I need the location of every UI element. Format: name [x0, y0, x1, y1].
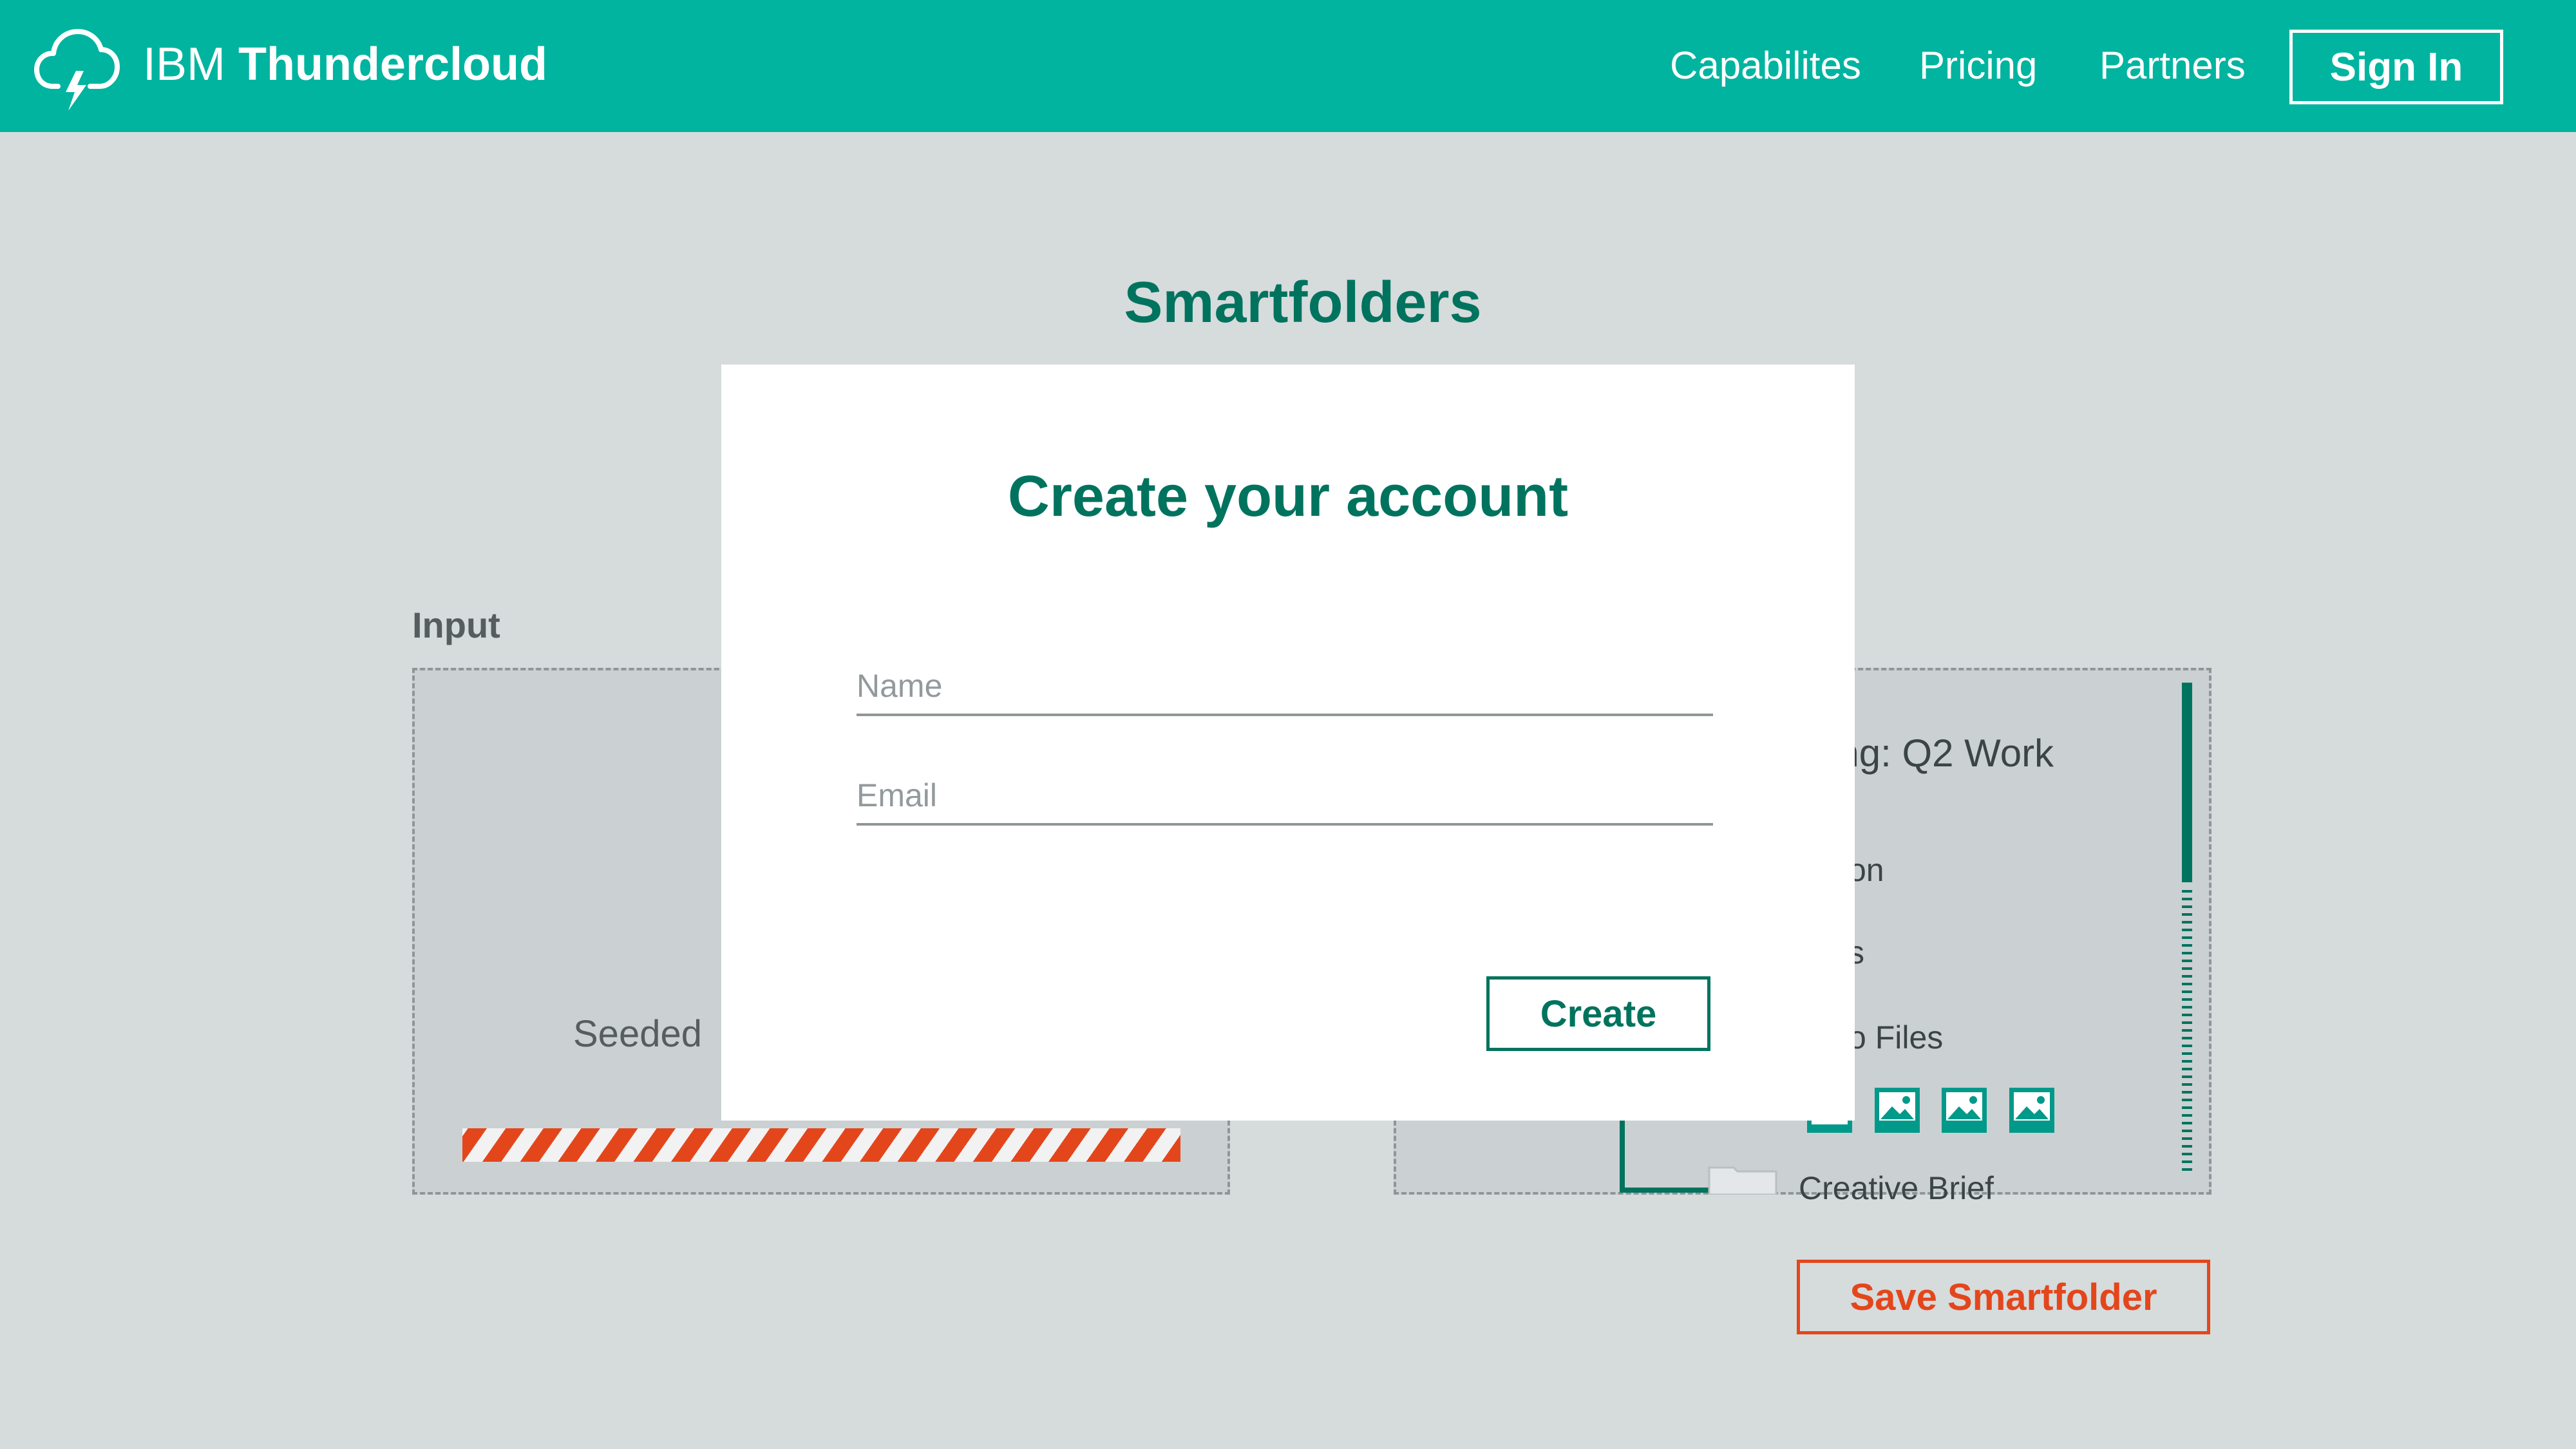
nav-link-capabilities[interactable]: Capabilites	[1670, 43, 1861, 89]
name-field[interactable]	[857, 652, 1713, 716]
seeded-status-text: Seeded	[573, 1013, 702, 1055]
image-icon[interactable]	[1873, 1086, 1922, 1135]
top-navigation-bar: IBM Thundercloud Capabilites Pricing Par…	[0, 0, 2576, 132]
email-field[interactable]	[857, 761, 1713, 826]
folder-icon	[1708, 1166, 1777, 1195]
tree-connector-line	[1620, 1188, 1710, 1193]
save-smartfolder-button[interactable]: Save Smartfolder	[1797, 1260, 2210, 1334]
image-icon[interactable]	[2007, 1086, 2056, 1135]
nav-link-pricing[interactable]: Pricing	[1919, 43, 2037, 89]
page-title: Smartfolders	[1124, 270, 1482, 335]
sign-in-button[interactable]: Sign In	[2289, 30, 2503, 104]
name-input[interactable]	[857, 667, 1713, 705]
output-scrollbar[interactable]	[2180, 683, 2194, 1179]
email-input[interactable]	[857, 777, 1713, 814]
brand-prefix: IBM	[143, 39, 226, 90]
brand-logo-text[interactable]: IBM Thundercloud	[143, 37, 547, 91]
tree-connector-line	[1620, 1114, 1625, 1193]
modal-title: Create your account	[1007, 464, 1569, 529]
create-account-button[interactable]: Create	[1486, 976, 1710, 1051]
upload-progress-bar	[462, 1128, 1180, 1162]
output-item-creative-brief[interactable]: Creative Brief	[1799, 1170, 1994, 1207]
image-icon[interactable]	[1940, 1086, 1989, 1135]
cloud-lightning-icon[interactable]	[33, 19, 120, 113]
brand-name: Thundercloud	[238, 39, 547, 90]
nav-link-partners[interactable]: Partners	[2099, 43, 2246, 89]
create-account-modal: Create your account Create	[721, 365, 1855, 1121]
output-item[interactable]: o Files	[1848, 1019, 1943, 1056]
input-section-label: Input	[412, 605, 500, 645]
